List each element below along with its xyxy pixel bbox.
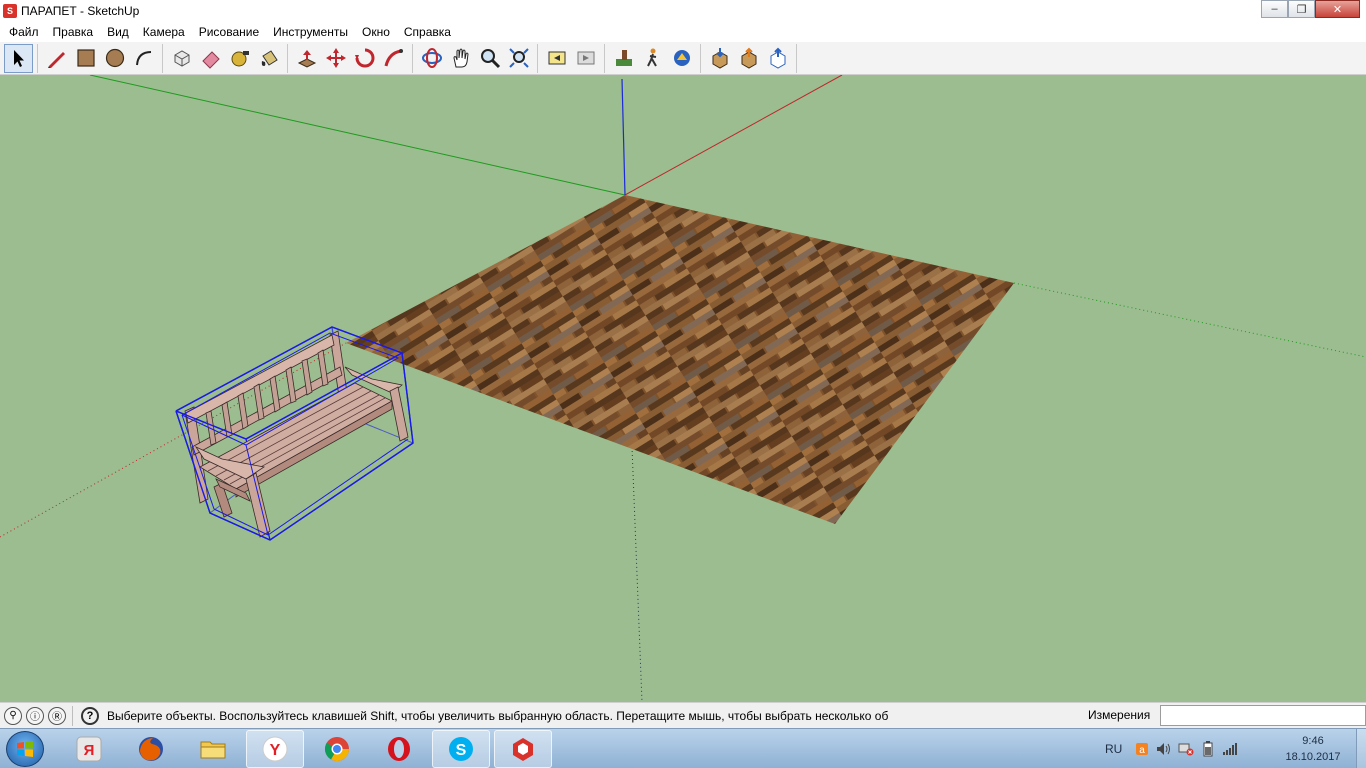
close-icon[interactable]: ✕	[1315, 0, 1360, 18]
firefox-icon[interactable]	[122, 730, 180, 768]
help-icon[interactable]: ?	[81, 706, 99, 725]
battery-icon[interactable]	[1200, 741, 1216, 757]
zoom-icon[interactable]	[475, 44, 504, 73]
orbit-icon[interactable]	[417, 44, 446, 73]
walk-icon[interactable]	[638, 44, 667, 73]
file-explorer-icon[interactable]	[184, 730, 242, 768]
volume-icon[interactable]	[1156, 741, 1172, 757]
next-view-icon[interactable]	[571, 44, 600, 73]
blue-axis-solid	[621, 78, 626, 196]
eraser-icon[interactable]	[196, 44, 225, 73]
toolbar-group-views	[542, 43, 605, 73]
rectangle-icon[interactable]	[71, 44, 100, 73]
bench-component[interactable]	[175, 326, 414, 541]
rotate-icon[interactable]	[350, 44, 379, 73]
clock-date: 18.10.2017	[1285, 751, 1341, 763]
pan-icon[interactable]	[446, 44, 475, 73]
status-bar: ⚲ ⓘ Ⓡ ? Выберите объекты. Воспользуйтесь…	[0, 702, 1366, 728]
toolbar-group-modify	[292, 43, 413, 73]
svg-text:Y: Y	[270, 742, 281, 759]
start-button[interactable]	[6, 731, 44, 767]
minimize-icon[interactable]: –	[1261, 0, 1288, 18]
menu-help[interactable]: Справка	[397, 22, 458, 42]
toolbar-group-draw	[42, 43, 163, 73]
make-component-icon[interactable]	[167, 44, 196, 73]
measurements-label: Измерения	[1088, 708, 1151, 722]
follow-me-icon[interactable]	[379, 44, 408, 73]
svg-text:Я: Я	[84, 742, 95, 759]
toolbar-group-walkthrough	[609, 43, 701, 73]
window-title: ПАРАПЕТ - SketchUp	[21, 4, 140, 18]
menu-file[interactable]: Файл	[2, 22, 46, 42]
position-camera-icon[interactable]	[609, 44, 638, 73]
window-controls: – ❐ ✕	[1261, 0, 1360, 18]
toolbar-group-edit	[167, 43, 288, 73]
red-axis-solid	[624, 75, 843, 196]
yandex-icon[interactable]: Я	[60, 730, 118, 768]
show-desktop-button[interactable]	[1356, 729, 1366, 768]
share-model-icon[interactable]	[734, 44, 763, 73]
maximize-icon[interactable]: ❐	[1288, 0, 1315, 18]
credits-icon[interactable]: ⓘ	[26, 706, 44, 725]
scene-canvas[interactable]	[0, 75, 1366, 702]
windows-taskbar: Я Y S RU a 9:46 18.10.2017	[0, 728, 1366, 768]
sketchup-logo-icon: S	[3, 4, 17, 18]
windows-logo-icon	[17, 741, 33, 757]
chrome-icon[interactable]	[308, 730, 366, 768]
geo-location-icon[interactable]: ⚲	[4, 706, 22, 725]
menu-camera[interactable]: Камера	[136, 22, 192, 42]
svg-text:S: S	[456, 742, 467, 759]
main-toolbar	[0, 42, 1366, 75]
pencil-line-icon[interactable]	[42, 44, 71, 73]
select-arrow-icon[interactable]	[4, 43, 33, 73]
sketchup-icon[interactable]	[494, 730, 552, 768]
zoom-extents-icon[interactable]	[504, 44, 533, 73]
paint-bucket-icon[interactable]	[254, 44, 283, 73]
green-axis-solid	[89, 75, 626, 196]
signal-icon[interactable]	[1222, 741, 1238, 757]
get-models-icon[interactable]	[705, 44, 734, 73]
menu-edit[interactable]: Правка	[46, 22, 101, 42]
menu-view[interactable]: Вид	[100, 22, 136, 42]
status-message: Выберите объекты. Воспользуйтесь клавише…	[107, 708, 889, 723]
svg-text:a: a	[1140, 745, 1146, 756]
title-bar: S ПАРАПЕТ - SketchUp – ❐ ✕	[0, 0, 1366, 22]
network-disconnected-icon[interactable]	[1178, 741, 1194, 757]
measurements-input[interactable]	[1160, 705, 1366, 726]
toolbar-group-warehouse	[705, 43, 797, 73]
yandex-browser-icon[interactable]: Y	[246, 730, 304, 768]
previous-view-icon[interactable]	[542, 44, 571, 73]
drawing-viewport[interactable]	[0, 75, 1366, 702]
share-component-icon[interactable]	[763, 44, 792, 73]
system-tray: RU a	[1095, 729, 1244, 768]
menu-draw[interactable]: Рисование	[192, 22, 266, 42]
language-indicator[interactable]: RU	[1105, 742, 1122, 756]
tape-measure-icon[interactable]	[225, 44, 254, 73]
avast-icon[interactable]: a	[1134, 741, 1150, 757]
sign-in-icon[interactable]: Ⓡ	[48, 706, 66, 725]
wood-floor-shade	[346, 195, 1014, 524]
menu-bar: Файл Правка Вид Камера Рисование Инструм…	[0, 22, 1366, 42]
bench-leg-front-right	[389, 386, 409, 442]
menu-tools[interactable]: Инструменты	[266, 22, 355, 42]
skype-icon[interactable]: S	[432, 730, 490, 768]
clock-time: 9:46	[1302, 735, 1324, 747]
taskbar-clock[interactable]: 9:46 18.10.2017	[1278, 733, 1348, 765]
menu-window[interactable]: Окно	[355, 22, 397, 42]
look-around-icon[interactable]	[667, 44, 696, 73]
toolbar-group-select	[4, 43, 38, 73]
blue-axis-dotted	[631, 446, 643, 702]
circle-icon[interactable]	[100, 44, 129, 73]
toolbar-group-camera	[417, 43, 538, 73]
green-axis-dotted	[1013, 282, 1366, 358]
status-separator	[72, 705, 73, 726]
arc-icon[interactable]	[129, 44, 158, 73]
opera-icon[interactable]	[370, 730, 428, 768]
push-pull-icon[interactable]	[292, 44, 321, 73]
move-icon[interactable]	[321, 44, 350, 73]
